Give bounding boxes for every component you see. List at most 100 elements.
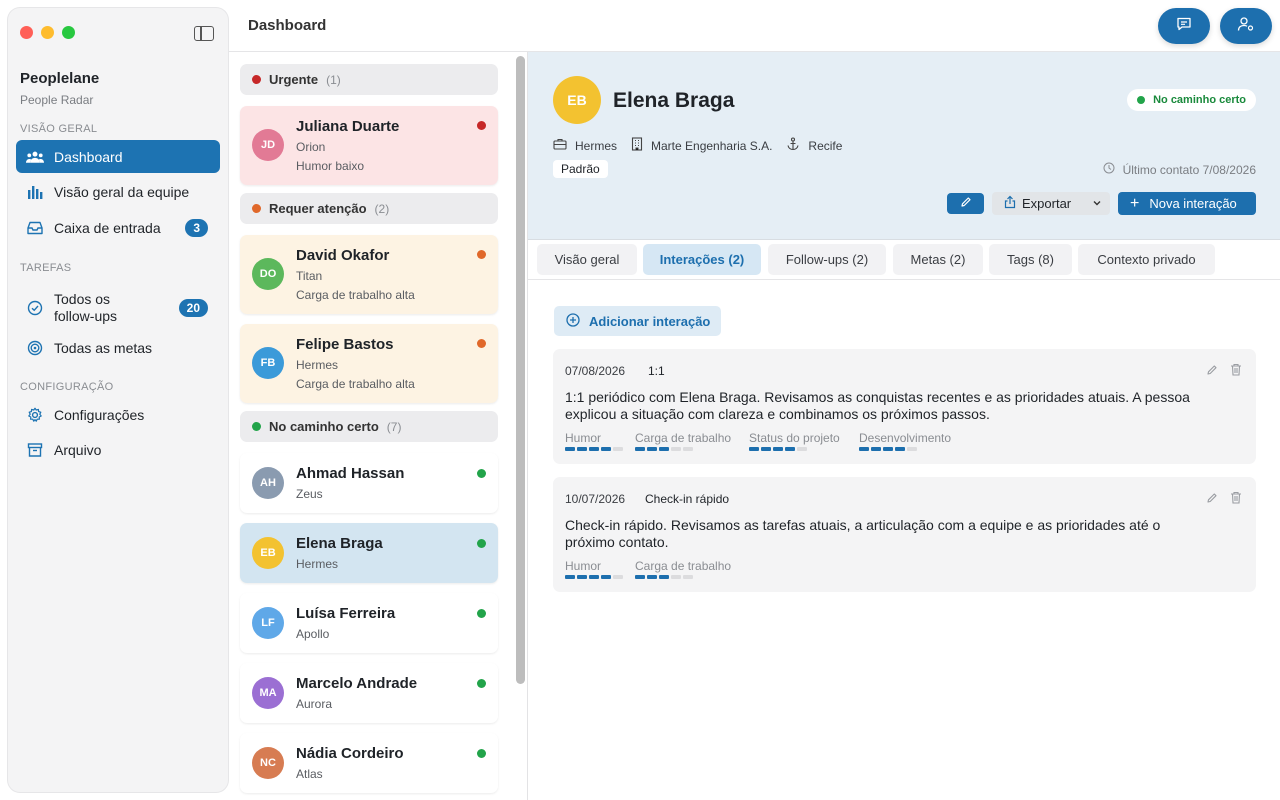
avatar: JD	[252, 129, 284, 161]
person-card-marcelo-andrade[interactable]: MA Marcelo Andrade Aurora	[240, 663, 498, 723]
interaction-date: 07/08/2026	[565, 364, 626, 378]
metric-bar-segment	[671, 575, 681, 579]
metric-label: Humor	[565, 431, 602, 445]
tab-interactions[interactable]: Interações (2)	[643, 244, 761, 275]
metric-bar-segment	[601, 575, 611, 579]
sidebar: Peoplelane People Radar VISÃO GERAL Dash…	[8, 8, 228, 792]
metric-bar-segment	[647, 575, 657, 579]
group-header-attention[interactable]: Requer atenção (2)	[240, 193, 498, 224]
edit-icon[interactable]	[1206, 491, 1218, 509]
sidebar-item-label: Configurações	[54, 406, 145, 423]
sidebar-toggle-icon[interactable]	[194, 26, 214, 41]
share-icon	[1004, 195, 1016, 212]
sidebar-item-dashboard[interactable]: Dashboard	[16, 140, 220, 173]
close-window-button[interactable]	[20, 26, 33, 39]
metric-bar-segment	[565, 575, 575, 579]
metric-bar-segment	[761, 447, 771, 451]
metric-bar-segment	[601, 447, 611, 451]
edit-icon[interactable]	[1206, 363, 1218, 381]
person-meta: Hermes Marte Engenharia S.A. Recife	[553, 137, 856, 154]
metric-bar-segment	[613, 447, 623, 451]
export-label: Exportar	[1022, 196, 1072, 211]
group-header-urgent[interactable]: Urgente (1)	[240, 64, 498, 95]
person-name: Elena Braga	[613, 89, 735, 112]
add-interaction-label: Adicionar interação	[589, 313, 711, 329]
person-team: Titan	[296, 269, 323, 283]
avatar: LF	[252, 607, 284, 639]
sidebar-item-settings[interactable]: Configurações	[16, 398, 220, 431]
team-label: Hermes	[575, 138, 618, 153]
pencil-icon	[960, 195, 972, 213]
person-team: Atlas	[296, 767, 323, 781]
person-card-david-okafor[interactable]: DO David Okafor Titan Carga de trabalho …	[240, 235, 498, 314]
person-detail-header: EB Elena Braga No caminho certo Hermes M…	[528, 52, 1280, 240]
bar-chart-icon	[26, 183, 44, 201]
tab-follow-ups[interactable]: Follow-ups (2)	[768, 244, 886, 275]
status-dot	[477, 749, 486, 758]
people-list: Urgente (1) JD Juliana Duarte Orion Humo…	[229, 52, 527, 800]
user-settings-button[interactable]	[1220, 8, 1272, 44]
sidebar-item-goals[interactable]: Todas as metas	[16, 331, 220, 364]
person-card-elena-braga[interactable]: EB Elena Braga Hermes	[240, 523, 498, 583]
group-label: Requer atenção	[269, 201, 367, 216]
export-button[interactable]: Exportar	[992, 192, 1110, 215]
person-card-luisa-ferreira[interactable]: LF Luísa Ferreira Apollo	[240, 593, 498, 653]
metric-bar-segment	[647, 447, 657, 451]
status-dot	[477, 539, 486, 548]
metric-bars-workload	[635, 447, 693, 451]
chat-button[interactable]	[1158, 8, 1210, 44]
status-dot	[477, 609, 486, 618]
sidebar-item-label: Arquivo	[54, 441, 102, 458]
person-name: Luísa Ferreira	[296, 605, 396, 622]
person-note: Carga de trabalho alta	[296, 377, 415, 391]
person-card-felipe-bastos[interactable]: FB Felipe Bastos Hermes Carga de trabalh…	[240, 324, 498, 403]
avatar: MA	[252, 677, 284, 709]
metric-bar-segment	[895, 447, 905, 451]
avatar: EB	[252, 537, 284, 569]
list-scrollbar[interactable]	[516, 56, 525, 684]
sidebar-item-follow-ups[interactable]: Todos os follow-ups 20	[16, 288, 220, 328]
edit-button[interactable]	[947, 193, 984, 214]
person-team: Aurora	[296, 697, 333, 711]
interaction-type: 1:1	[648, 364, 665, 378]
archive-icon	[26, 441, 44, 459]
group-count: (2)	[374, 201, 390, 216]
person-note: Humor baixo	[296, 159, 365, 173]
metric-bar-segment	[749, 447, 759, 451]
interaction-text: Check-in rápido. Revisamos as tarefas at…	[565, 517, 1161, 550]
page-title: Dashboard	[248, 17, 327, 34]
new-interaction-button[interactable]: + Nova interação	[1118, 192, 1256, 215]
add-interaction-button[interactable]: Adicionar interação	[554, 306, 721, 336]
sidebar-item-team-overview[interactable]: Visão geral da equipe	[16, 175, 220, 208]
company-meta: Marte Engenharia S.A.	[631, 137, 772, 154]
person-team: Hermes	[296, 358, 339, 372]
tab-goals[interactable]: Metas (2)	[893, 244, 983, 275]
metric-bar-segment	[785, 447, 795, 451]
tab-tags[interactable]: Tags (8)	[989, 244, 1072, 275]
building-icon	[631, 137, 651, 154]
city-label: Recife	[808, 138, 843, 153]
metric-bar-segment	[565, 447, 575, 451]
avatar: AH	[252, 467, 284, 499]
app-subtitle: People Radar	[20, 93, 94, 107]
zoom-window-button[interactable]	[62, 26, 75, 39]
metric-label: Desenvolvimento	[859, 431, 952, 445]
tab-overview[interactable]: Visão geral	[537, 244, 637, 275]
minimize-window-button[interactable]	[41, 26, 54, 39]
interaction-actions	[1206, 363, 1242, 381]
sidebar-item-label: Dashboard	[54, 148, 123, 165]
avatar: NC	[252, 747, 284, 779]
trash-icon[interactable]	[1230, 363, 1242, 381]
trash-icon[interactable]	[1230, 491, 1242, 509]
group-header-on-track[interactable]: No caminho certo (7)	[240, 411, 498, 442]
sidebar-item-archive[interactable]: Arquivo	[16, 433, 220, 466]
sidebar-item-inbox[interactable]: Caixa de entrada 3	[16, 211, 220, 244]
status-dot	[1137, 96, 1146, 104]
chevron-down-icon[interactable]	[1092, 196, 1102, 213]
tab-private-context[interactable]: Contexto privado	[1078, 244, 1215, 275]
tag-badge: Padrão	[553, 160, 608, 178]
person-card-ahmad-hassan[interactable]: AH Ahmad Hassan Zeus	[240, 453, 498, 513]
person-card-nadia-cordeiro[interactable]: NC Nádia Cordeiro Atlas	[240, 733, 498, 793]
person-card-juliana-duarte[interactable]: JD Juliana Duarte Orion Humor baixo	[240, 106, 498, 185]
person-name: Felipe Bastos	[296, 336, 394, 353]
